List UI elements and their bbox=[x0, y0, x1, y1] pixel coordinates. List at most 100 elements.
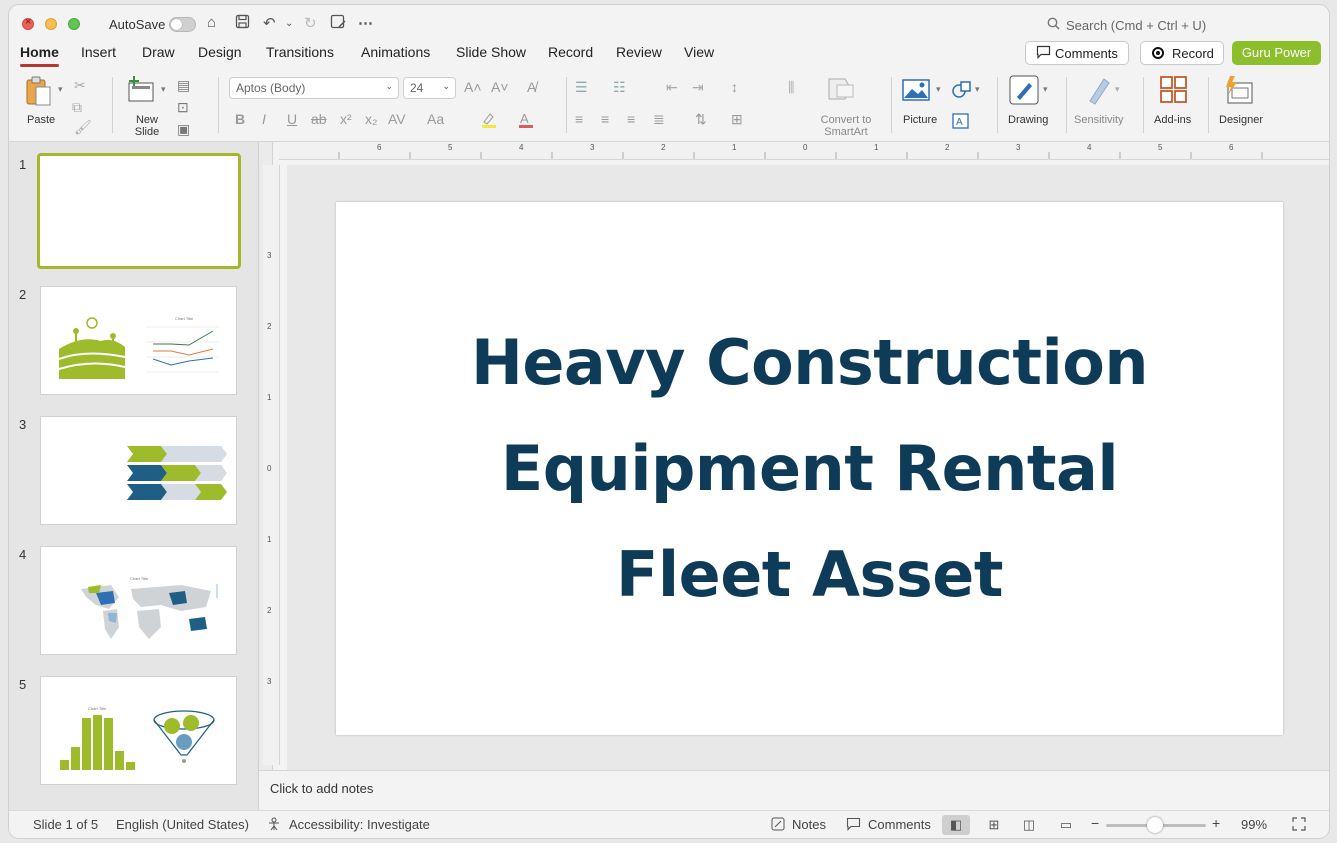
accessibility-status[interactable]: Accessibility: Investigate bbox=[289, 817, 430, 832]
underline-icon[interactable]: U bbox=[287, 111, 297, 127]
bold-icon[interactable]: B bbox=[235, 111, 245, 127]
close-window-button[interactable] bbox=[22, 16, 34, 30]
slide-thumbnail-3[interactable] bbox=[40, 416, 237, 525]
maximize-window-button[interactable] bbox=[68, 18, 80, 30]
bullets-icon[interactable]: ☰ bbox=[575, 79, 588, 96]
decrease-indent-icon[interactable]: ⇤ bbox=[666, 79, 678, 96]
more-options-icon[interactable]: ⋯ bbox=[358, 14, 373, 32]
undo-dropdown-icon[interactable]: ⌄ bbox=[285, 18, 293, 29]
tab-view[interactable]: View bbox=[684, 44, 714, 60]
shapes-icon[interactable] bbox=[952, 81, 972, 102]
accessibility-icon[interactable] bbox=[268, 817, 282, 834]
ruler-label: 4 bbox=[1087, 143, 1092, 152]
paste-dropdown-icon[interactable]: ▾ bbox=[58, 84, 63, 95]
zoom-slider-handle[interactable] bbox=[1147, 817, 1163, 833]
tab-insert[interactable]: Insert bbox=[81, 44, 116, 60]
save-icon[interactable] bbox=[235, 14, 250, 33]
change-case-icon[interactable]: Aa bbox=[427, 111, 444, 127]
zoom-in-icon[interactable]: + bbox=[1212, 815, 1220, 831]
format-painter-icon[interactable]: 🖌 bbox=[74, 119, 92, 136]
tab-slide-show[interactable]: Slide Show bbox=[456, 44, 526, 60]
align-center-icon[interactable]: ≡ bbox=[601, 111, 609, 127]
comments-button[interactable]: Comments bbox=[1025, 41, 1129, 65]
slide-show-view-icon[interactable]: ▭ bbox=[1052, 815, 1080, 835]
align-left-icon[interactable]: ≡ bbox=[575, 111, 583, 127]
current-slide[interactable]: Heavy Construction Equipment Rental Flee… bbox=[336, 202, 1283, 735]
section-icon[interactable]: ▣ bbox=[177, 121, 190, 138]
sensitivity-icon[interactable] bbox=[1086, 75, 1112, 108]
fit-to-window-icon[interactable] bbox=[1292, 817, 1306, 834]
language-status[interactable]: English (United States) bbox=[116, 817, 249, 832]
tab-draw[interactable]: Draw bbox=[142, 44, 175, 60]
justify-icon[interactable]: ≣ bbox=[653, 111, 665, 128]
cut-icon[interactable]: ✂ bbox=[74, 77, 86, 94]
textbox-icon[interactable]: A bbox=[952, 113, 969, 132]
picture-dropdown-icon[interactable]: ▾ bbox=[936, 84, 941, 95]
tab-design[interactable]: Design bbox=[198, 44, 242, 60]
tab-animations[interactable]: Animations bbox=[361, 44, 430, 60]
zoom-out-icon[interactable]: − bbox=[1091, 815, 1099, 831]
increase-font-icon[interactable]: A˄ bbox=[464, 79, 482, 95]
drawing-dropdown-icon[interactable]: ▾ bbox=[1043, 84, 1048, 95]
comments-toggle[interactable]: Comments bbox=[868, 817, 931, 832]
numbering-icon[interactable]: ☷ bbox=[613, 79, 626, 96]
minimize-window-button[interactable] bbox=[45, 18, 57, 30]
new-slide-icon[interactable] bbox=[127, 75, 157, 106]
reading-view-icon[interactable]: ◫ bbox=[1015, 815, 1043, 835]
slide-thumbnail-5[interactable]: Chart Title bbox=[40, 676, 237, 785]
font-size-field[interactable]: 24 ⌄ bbox=[403, 77, 456, 99]
highlight-icon[interactable] bbox=[480, 111, 498, 132]
paste-icon[interactable] bbox=[25, 75, 55, 110]
notes-toggle[interactable]: Notes bbox=[792, 817, 826, 832]
clear-format-icon[interactable]: A̸ bbox=[527, 79, 536, 95]
notes-icon[interactable] bbox=[771, 817, 785, 834]
italic-icon[interactable]: I bbox=[262, 111, 266, 127]
reset-icon[interactable]: ⊡ bbox=[177, 99, 189, 116]
notes-pane[interactable]: Click to add notes bbox=[259, 770, 1329, 811]
designer-icon[interactable] bbox=[1224, 75, 1254, 108]
slide-thumbnail-4[interactable]: Chart Title bbox=[40, 546, 237, 655]
tab-record[interactable]: Record bbox=[548, 44, 593, 60]
autosave-toggle[interactable] bbox=[169, 17, 196, 32]
decrease-font-icon[interactable]: A˅ bbox=[491, 79, 509, 95]
strikethrough-icon[interactable]: ab bbox=[311, 111, 327, 127]
addins-icon[interactable] bbox=[1159, 75, 1189, 108]
shapes-dropdown-icon[interactable]: ▾ bbox=[975, 84, 980, 95]
tab-home[interactable]: Home bbox=[20, 44, 59, 67]
tab-transitions[interactable]: Transitions bbox=[266, 44, 334, 60]
superscript-icon[interactable]: x² bbox=[340, 111, 352, 127]
guru-power-button[interactable]: Guru Power bbox=[1232, 41, 1321, 65]
slide-title[interactable]: Heavy Construction Equipment Rental Flee… bbox=[396, 310, 1223, 628]
sensitivity-dropdown-icon[interactable]: ▾ bbox=[1115, 84, 1120, 95]
text-direction-icon[interactable]: ⇅ bbox=[695, 111, 707, 128]
slide-thumbnail-1[interactable] bbox=[37, 153, 241, 269]
align-text-icon[interactable]: ⊞ bbox=[731, 111, 743, 128]
zoom-level[interactable]: 99% bbox=[1241, 817, 1267, 832]
normal-view-icon[interactable]: ◧ bbox=[942, 815, 970, 835]
ribbon-separator bbox=[1143, 77, 1144, 133]
layout-icon[interactable]: ▤ bbox=[177, 77, 190, 94]
comments-icon[interactable] bbox=[846, 817, 861, 834]
font-color-icon[interactable]: A bbox=[517, 111, 535, 132]
record-button[interactable]: Record bbox=[1140, 41, 1224, 65]
drawing-icon[interactable] bbox=[1009, 75, 1039, 108]
smartart-icon[interactable] bbox=[827, 77, 855, 104]
font-name-field[interactable]: Aptos (Body) ⌄ bbox=[229, 77, 399, 99]
subscript-icon[interactable]: x₂ bbox=[365, 111, 377, 127]
columns-icon[interactable]: ⫼ bbox=[788, 79, 794, 96]
save-as-icon[interactable] bbox=[330, 14, 346, 33]
redo-icon[interactable]: ↻ bbox=[304, 14, 317, 32]
copy-icon[interactable]: ⧉ bbox=[72, 99, 82, 116]
slide-thumbnail-2[interactable]: Chart Title bbox=[40, 286, 237, 395]
slide-sorter-icon[interactable]: ⊞ bbox=[980, 815, 1008, 835]
home-icon[interactable]: ⌂ bbox=[207, 14, 216, 31]
new-slide-dropdown-icon[interactable]: ▾ bbox=[161, 84, 166, 95]
tab-review[interactable]: Review bbox=[616, 44, 662, 60]
line-spacing-icon[interactable]: ↕ bbox=[731, 79, 738, 95]
picture-icon[interactable] bbox=[902, 79, 930, 104]
align-right-icon[interactable]: ≡ bbox=[627, 111, 635, 127]
search-input[interactable]: Search (Cmd + Ctrl + U) bbox=[1066, 18, 1206, 33]
undo-icon[interactable]: ↶ bbox=[263, 14, 276, 32]
increase-indent-icon[interactable]: ⇥ bbox=[692, 79, 704, 96]
character-spacing-icon[interactable]: AV bbox=[388, 111, 406, 127]
